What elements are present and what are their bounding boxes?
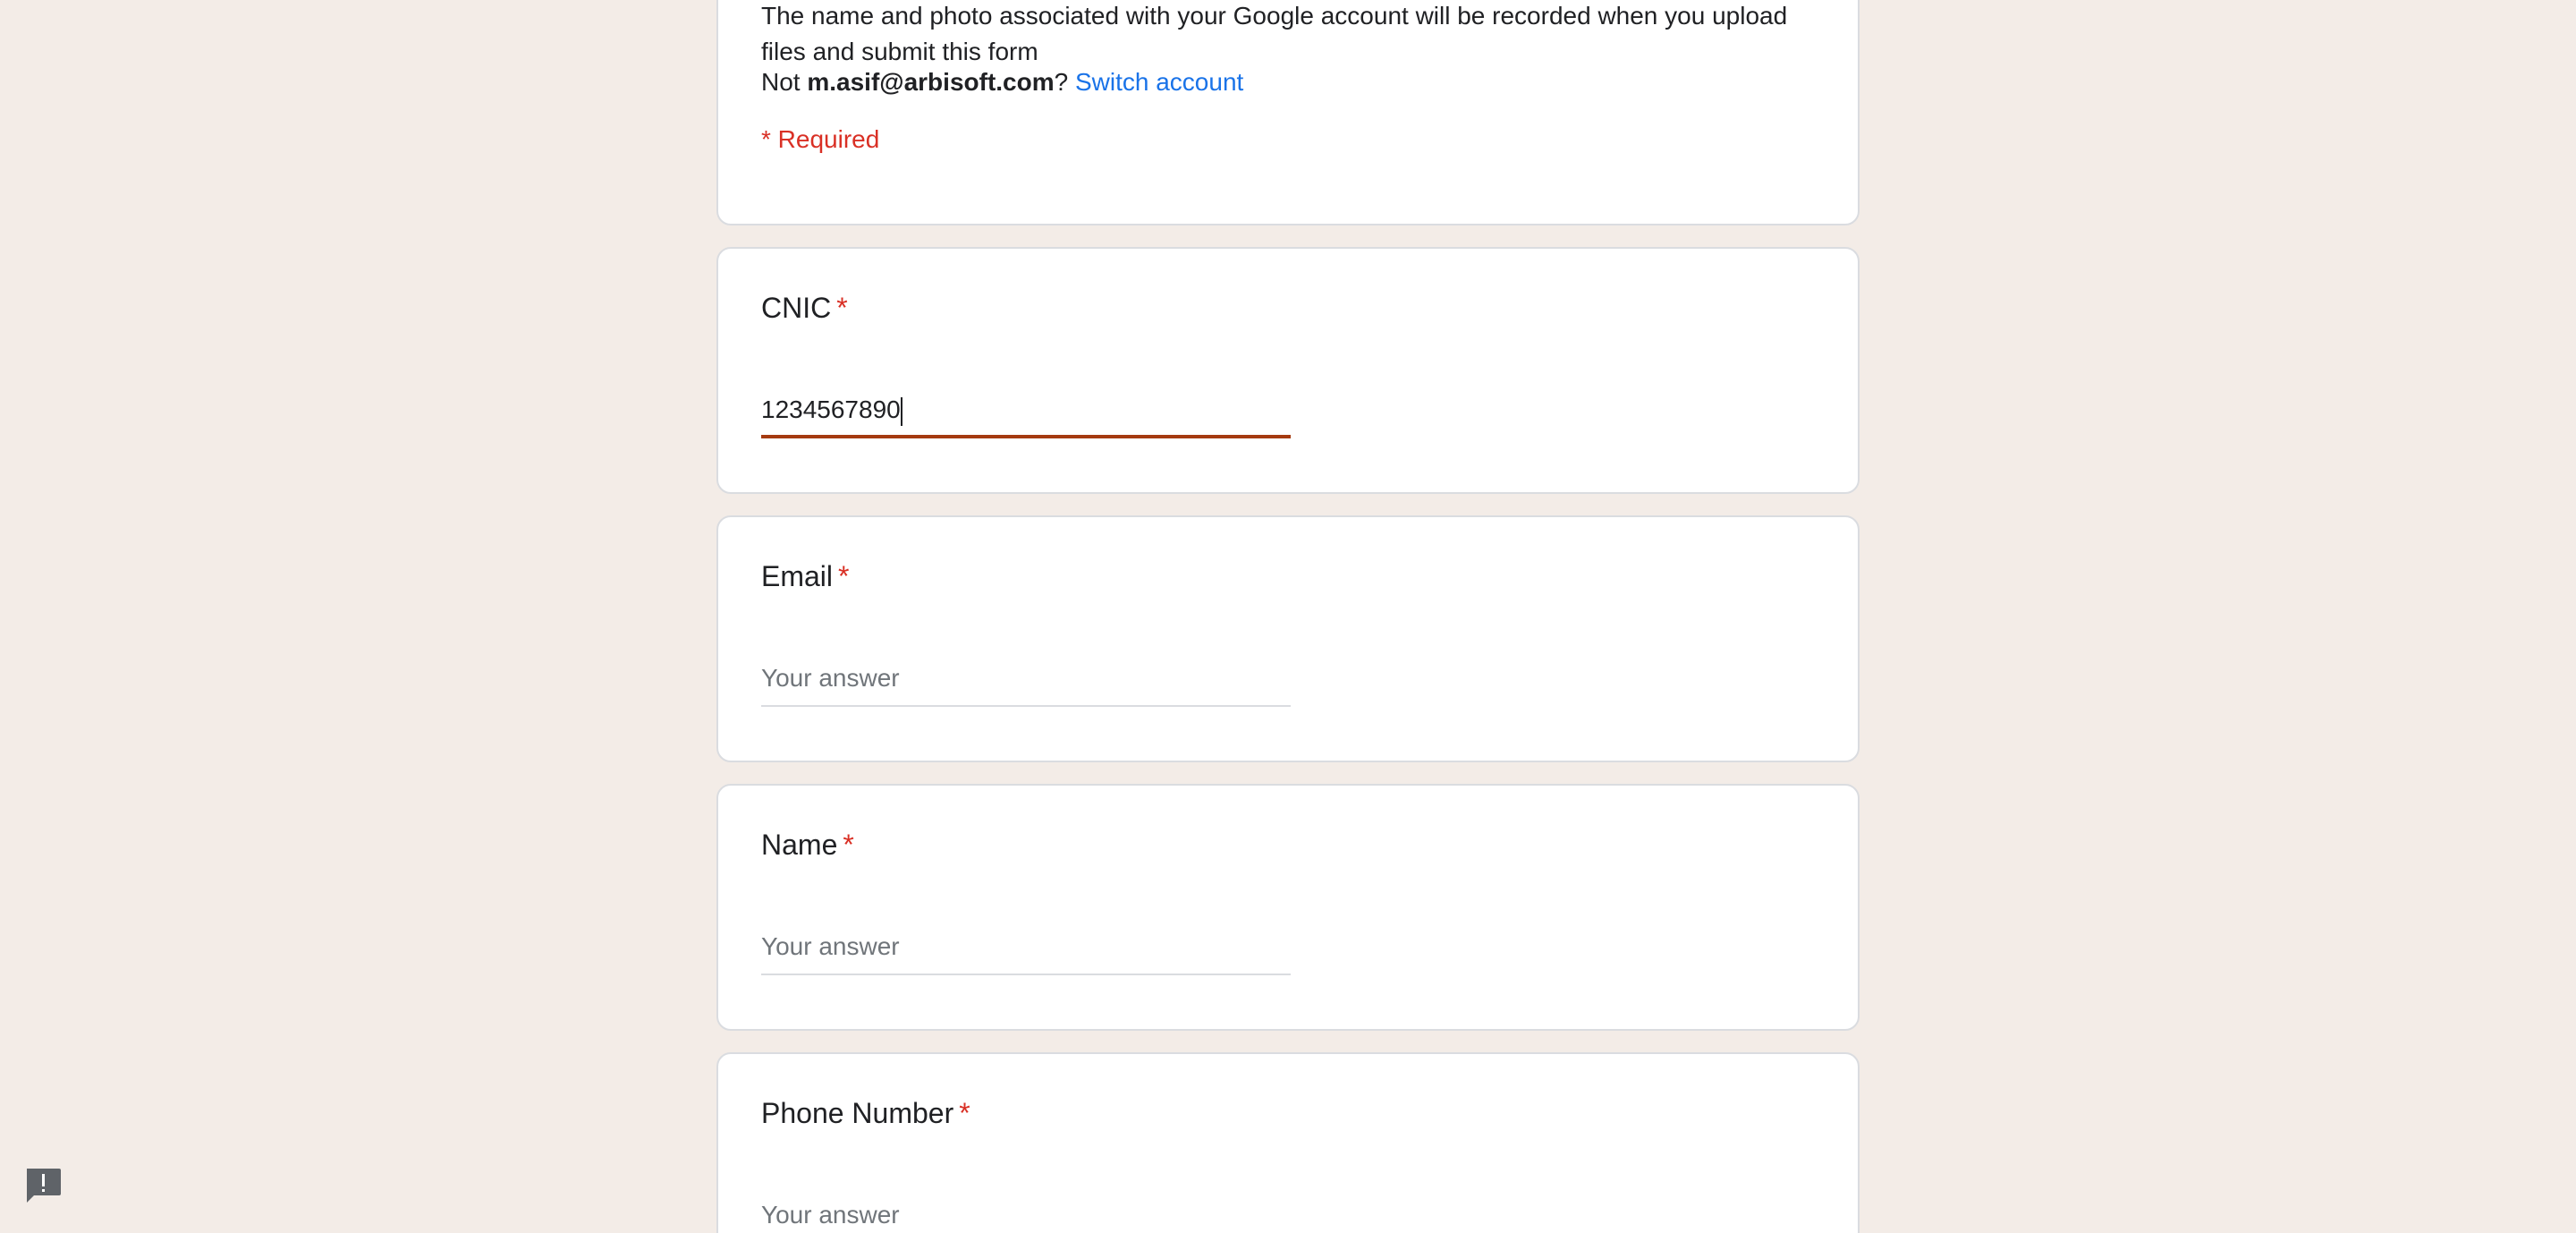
text-caret [900, 396, 902, 426]
feedback-icon [27, 1169, 61, 1203]
cnic-input[interactable]: 1234567890 [761, 395, 902, 426]
required-asterisk: * [959, 1097, 970, 1129]
account-email: m.asif@arbisoft.com [807, 68, 1055, 96]
cnic-value: 1234567890 [761, 395, 901, 423]
question-label: Name [761, 829, 838, 861]
question-title-email: Email * [761, 557, 849, 596]
required-note: * Required [761, 125, 880, 153]
phone-number-input[interactable] [761, 1194, 1291, 1233]
account-prefix: Not [761, 68, 808, 96]
phone-number-input-field[interactable] [761, 1190, 1291, 1233]
question-title-name: Name * [761, 825, 854, 864]
cnic-input-field[interactable]: 1234567890 [761, 385, 1291, 438]
email-input[interactable] [761, 657, 1291, 700]
question-card-name: Name * [716, 784, 1860, 1031]
form-column: The name and photo associated with your … [716, 0, 1860, 1233]
required-asterisk: * [838, 560, 850, 592]
email-input-field[interactable] [761, 653, 1291, 707]
name-input-field[interactable] [761, 922, 1291, 975]
question-label: Phone Number [761, 1097, 954, 1129]
account-line: Not m.asif@arbisoft.com? Switch account [761, 64, 1243, 100]
question-card-email: Email * [716, 515, 1860, 762]
required-asterisk: * [836, 292, 848, 324]
feedback-button[interactable] [23, 1165, 63, 1204]
question-card-phone-number: Phone Number * [716, 1052, 1860, 1233]
question-label: Email [761, 560, 834, 592]
account-suffix: ? [1054, 68, 1069, 96]
switch-account-link[interactable]: Switch account [1075, 68, 1243, 96]
name-input[interactable] [761, 925, 1291, 968]
question-title-cnic: CNIC * [761, 288, 848, 327]
form-header-card: The name and photo associated with your … [716, 0, 1860, 225]
question-label: CNIC [761, 292, 832, 324]
account-recording-notice: The name and photo associated with your … [761, 2, 1788, 65]
question-card-cnic: CNIC * 1234567890 [716, 247, 1860, 494]
question-title-phone-number: Phone Number * [761, 1093, 970, 1133]
required-asterisk: * [843, 829, 854, 861]
